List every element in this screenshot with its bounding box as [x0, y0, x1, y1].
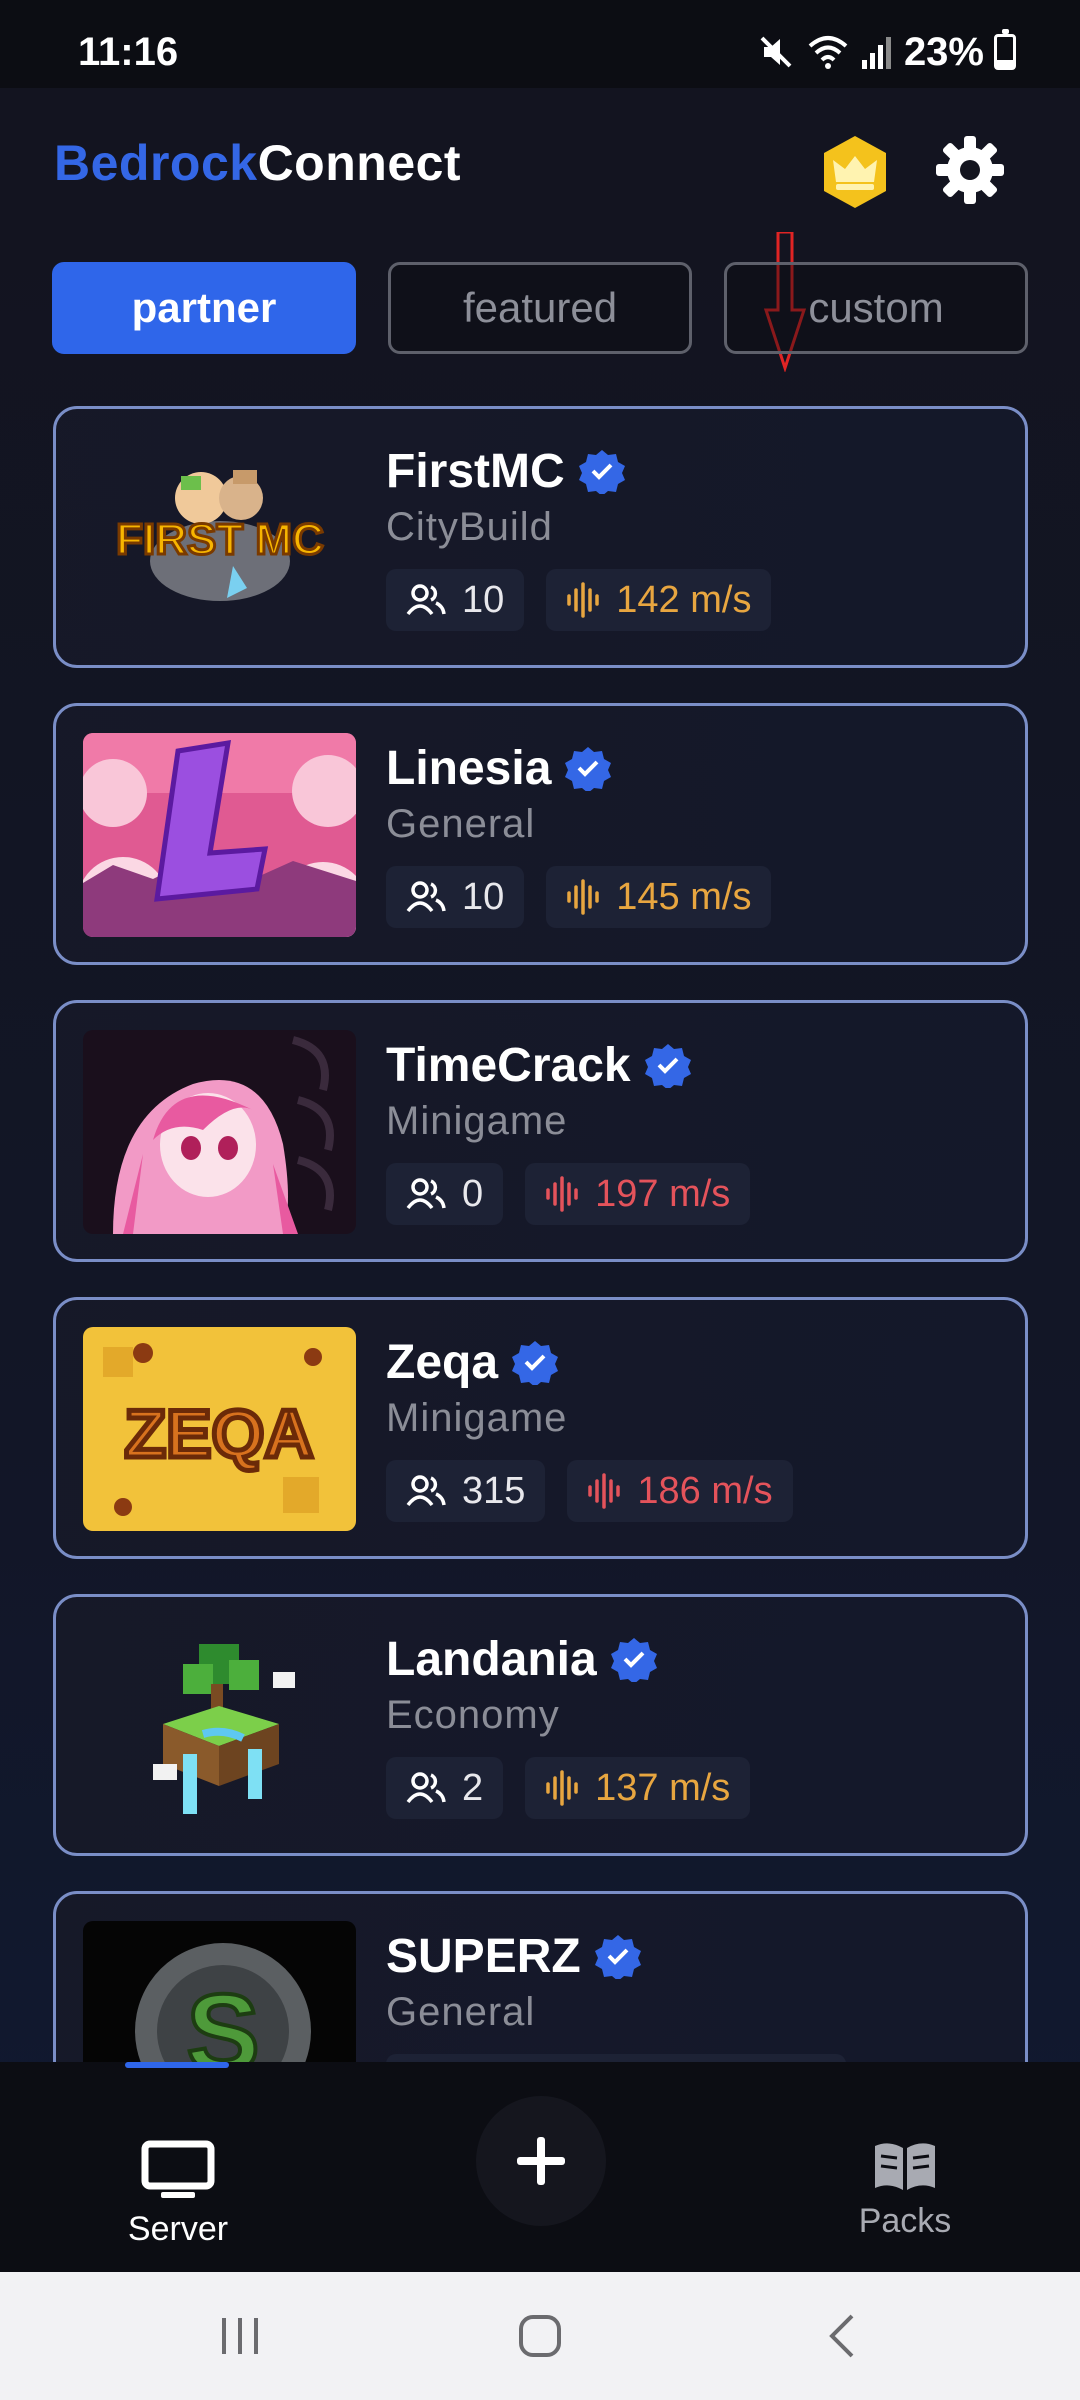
server-logo: ZEQA: [83, 1327, 356, 1531]
server-category: General: [386, 802, 536, 846]
ping-badge: 137 m/s: [525, 1757, 751, 1819]
status-time: 11:16: [78, 30, 179, 74]
wifi-icon: [808, 36, 848, 69]
audio-wave-icon: [588, 1473, 621, 1509]
audio-wave-icon: [567, 879, 600, 915]
plus-icon: [517, 2137, 565, 2185]
player-count: 2: [462, 1766, 484, 1809]
player-count: 315: [462, 1469, 526, 1512]
bottom-nav: Server Packs: [0, 2062, 1080, 2272]
server-category: General: [386, 1990, 536, 2034]
server-category: Minigame: [386, 1396, 568, 1440]
svg-text:S: S: [186, 1972, 259, 2062]
server-name: FirstMC: [386, 444, 565, 498]
crown-icon[interactable]: [820, 134, 890, 210]
server-category: Minigame: [386, 1099, 568, 1143]
ping-badge: 197 m/s: [525, 1163, 751, 1225]
battery-icon: [994, 29, 1016, 70]
player-count-badge: 2: [386, 1757, 504, 1819]
server-card[interactable]: Linesia General 10 145 m/s: [53, 703, 1028, 965]
ping-value: 137 m/s: [595, 1766, 731, 1809]
app-logo: BedrockConnect: [54, 134, 461, 192]
server-card[interactable]: S SUPERZ General: [53, 1891, 1028, 2062]
nav-packs-label: Packs: [858, 2202, 952, 2240]
nav-packs[interactable]: Packs: [850, 2140, 960, 2241]
server-name: SUPERZ: [386, 1929, 581, 1983]
verified-icon: [565, 747, 612, 791]
recent-apps-icon[interactable]: [218, 2312, 262, 2360]
ping-value: 142 m/s: [616, 578, 752, 621]
player-count: 10: [462, 578, 505, 621]
player-count-badge: 315: [386, 1460, 546, 1522]
verified-icon: [610, 1638, 657, 1682]
stats-row: [386, 2054, 846, 2062]
nav-server[interactable]: Server: [116, 2140, 240, 2249]
tab-featured[interactable]: featured: [388, 262, 692, 354]
nav-server-label: Server: [127, 2210, 229, 2248]
gear-icon[interactable]: [934, 134, 1006, 206]
server-card[interactable]: Landania Economy 2 137 m/s: [53, 1594, 1028, 1856]
monitor-icon: [141, 2140, 215, 2198]
verified-icon: [644, 1044, 691, 1088]
server-logo: [83, 733, 356, 937]
users-icon: [406, 584, 446, 616]
server-logo: [83, 1624, 356, 1828]
server-logo: FIRST MC: [83, 436, 356, 640]
logo-connect: Connect: [257, 135, 462, 191]
users-icon: [406, 1178, 446, 1210]
server-category: CityBuild: [386, 505, 553, 549]
ping-badge: 142 m/s: [546, 569, 772, 631]
server-card[interactable]: ZEQA Zeqa Minigame 315 186 m/s: [53, 1297, 1028, 1559]
player-count-badge: 10: [386, 866, 525, 928]
active-tab-indicator: [125, 2062, 229, 2068]
server-list: FIRST MC FirstMC CityBuild 10 142 m/s Li…: [53, 406, 1028, 2062]
audio-wave-icon: [567, 582, 600, 618]
player-count: 0: [462, 1172, 484, 1215]
player-count-badge: 10: [386, 569, 525, 631]
server-card[interactable]: TimeCrack Minigame 0 197 m/s: [53, 1000, 1028, 1262]
ping-badge: 145 m/s: [546, 866, 772, 928]
users-icon: [406, 1475, 446, 1507]
logo-bedrock: Bedrock: [54, 135, 258, 191]
verified-icon: [594, 1935, 641, 1979]
users-icon: [406, 881, 446, 913]
add-server-button[interactable]: [476, 2096, 606, 2226]
tab-custom[interactable]: custom: [724, 262, 1028, 354]
server-card[interactable]: FIRST MC FirstMC CityBuild 10 142 m/s: [53, 406, 1028, 668]
tab-bar: partner featured custom: [52, 262, 1028, 354]
ping-value: 186 m/s: [637, 1469, 773, 1512]
home-icon[interactable]: [516, 2312, 564, 2360]
mute-icon: [760, 36, 792, 68]
users-icon: [406, 1772, 446, 1804]
status-bar: 11:16 23%: [0, 0, 1080, 88]
book-icon: [875, 2143, 935, 2190]
server-category: Economy: [386, 1693, 560, 1737]
server-logo: [83, 1030, 356, 1234]
server-name: Zeqa: [386, 1335, 499, 1389]
ping-badge: 186 m/s: [567, 1460, 793, 1522]
server-name: Linesia: [386, 741, 552, 795]
battery-percent: 23%: [903, 29, 984, 74]
signal-icon: [861, 37, 891, 69]
audio-wave-icon: [546, 1770, 578, 1806]
server-name: Landania: [386, 1632, 597, 1686]
system-nav-bar: [0, 2272, 1080, 2400]
back-icon[interactable]: [822, 2312, 862, 2360]
server-name: TimeCrack: [386, 1038, 631, 1092]
svg-text:ZEQA: ZEQA: [125, 1396, 314, 1472]
ping-value: 145 m/s: [616, 875, 752, 918]
verified-icon: [578, 450, 625, 494]
app-header: BedrockConnect: [0, 120, 1080, 372]
audio-wave-icon: [546, 1176, 578, 1212]
status-icons: 23%: [756, 29, 1016, 74]
player-count: 10: [462, 875, 505, 918]
server-logo: S: [83, 1921, 356, 2062]
ping-value: 197 m/s: [595, 1172, 731, 1215]
verified-icon: [512, 1341, 559, 1385]
player-count-badge: 0: [386, 1163, 504, 1225]
svg-text:FIRST MC: FIRST MC: [116, 515, 324, 564]
tab-partner[interactable]: partner: [52, 262, 356, 354]
